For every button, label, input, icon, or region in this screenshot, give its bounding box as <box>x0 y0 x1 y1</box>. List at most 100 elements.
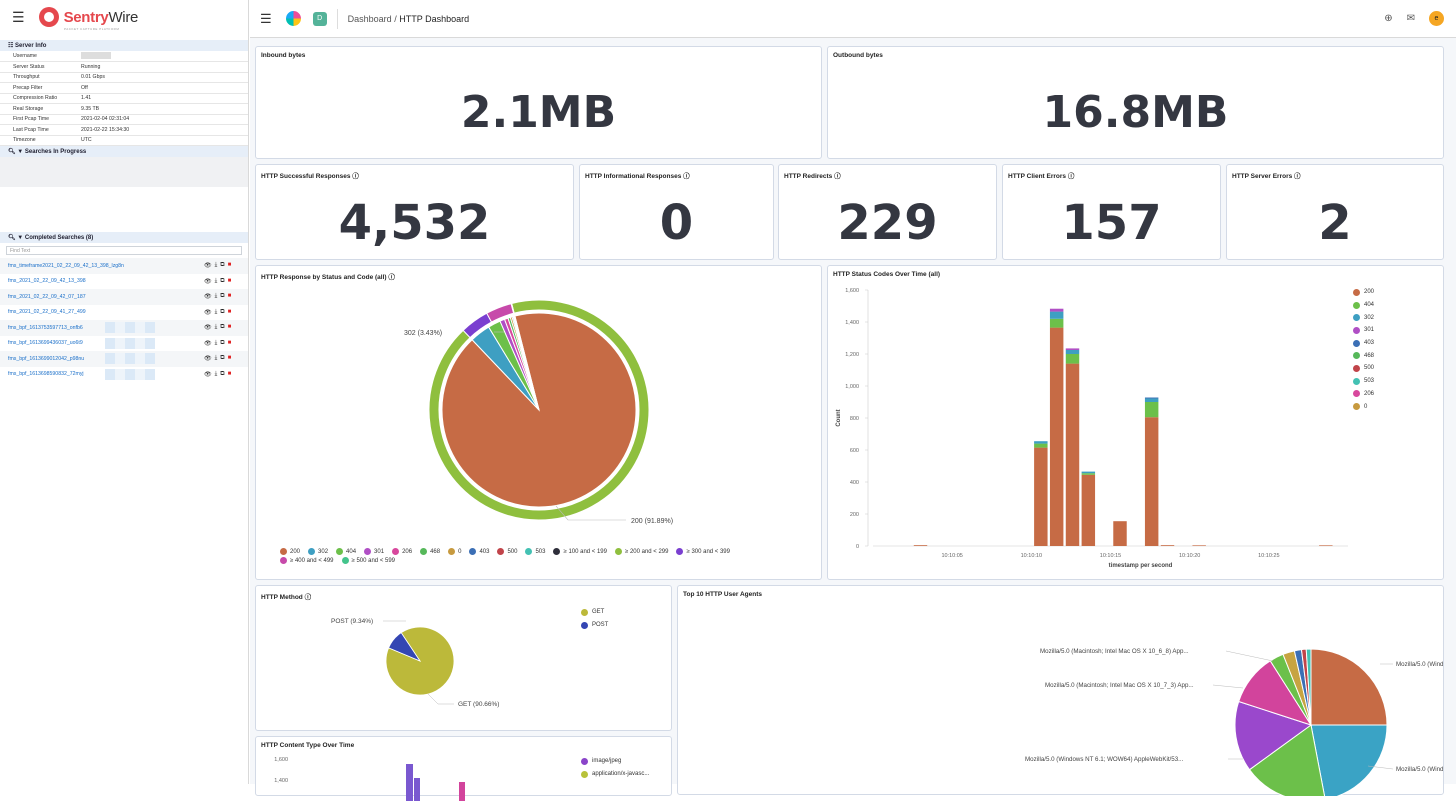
bar-200[interactable] <box>1065 363 1080 546</box>
legend-item[interactable]: ≥ 300 and < 399 <box>676 548 730 555</box>
legend-item[interactable]: ≥ 400 and < 499 <box>280 557 334 564</box>
bar[interactable] <box>406 764 413 801</box>
bar-404[interactable] <box>1065 354 1080 364</box>
info-icon[interactable]: ⓘ <box>683 173 690 180</box>
bar-302[interactable] <box>1049 311 1064 319</box>
bar-403[interactable] <box>1144 397 1159 399</box>
legend-item[interactable]: ≥ 500 and < 599 <box>341 557 395 564</box>
legend-item[interactable]: 503 <box>525 548 545 555</box>
info-icon[interactable]: ⓘ <box>1068 173 1075 180</box>
legend-item[interactable]: 206 <box>1353 388 1374 401</box>
view-icon[interactable]: 👁︎ <box>204 371 212 378</box>
bar-404[interactable] <box>1049 318 1064 328</box>
legend-item[interactable]: 301 <box>364 548 384 555</box>
bar-302[interactable] <box>1144 398 1159 402</box>
bar-200[interactable] <box>913 545 928 546</box>
completed-search-item[interactable]: fms_bpf_1613699436037_uo6t9 👁︎ ⤓ ⧉ ■ <box>0 335 248 351</box>
completed-search-item[interactable]: fms_bpf_1613698590832_72myj 👁︎ ⤓ ⧉ ■ <box>0 366 248 382</box>
delete-icon[interactable]: ■ <box>228 355 232 362</box>
completed-search-item[interactable]: fms_timeframe2021_02_22_09_42_13_398_lzg… <box>0 258 248 274</box>
bar[interactable] <box>459 782 465 801</box>
legend-item[interactable]: image/jpeg <box>581 755 649 768</box>
bar-404[interactable] <box>1034 443 1048 448</box>
completed-search-link[interactable]: fms_bpf_1613699012042_p98nu <box>8 356 84 362</box>
copy-icon[interactable]: ⧉ <box>220 340 224 347</box>
bar-200[interactable] <box>1034 447 1048 546</box>
completed-search-link[interactable]: fms_2021_02_22_09_41_27_499 <box>8 309 86 315</box>
help-icon[interactable]: ⊕ <box>1384 13 1392 24</box>
bar-200[interactable] <box>1049 327 1064 546</box>
view-icon[interactable]: 👁︎ <box>204 278 212 285</box>
bar-200[interactable] <box>1081 474 1096 546</box>
legend-item[interactable]: 503 <box>1353 375 1374 388</box>
legend-item[interactable]: 468 <box>420 548 440 555</box>
view-icon[interactable]: 👁︎ <box>204 324 212 331</box>
app-logo-icon[interactable] <box>285 11 301 26</box>
download-icon[interactable]: ⤓ <box>215 355 218 362</box>
find-text-input[interactable]: Find Text <box>6 246 242 255</box>
legend-item[interactable]: 200 <box>280 548 300 555</box>
completed-search-link[interactable]: fms_2021_02_22_09_42_07_187 <box>8 294 86 300</box>
bar-404[interactable] <box>1144 402 1159 418</box>
view-icon[interactable]: 👁︎ <box>204 293 212 300</box>
completed-search-link[interactable]: fms_bpf_1613699436037_uo6t9 <box>8 340 83 346</box>
info-icon[interactable]: ⓘ <box>1294 173 1301 180</box>
delete-icon[interactable]: ■ <box>228 262 232 269</box>
bar-200[interactable] <box>1160 545 1175 546</box>
delete-icon[interactable]: ■ <box>228 324 232 331</box>
copy-icon[interactable]: ⧉ <box>220 371 224 378</box>
delete-icon[interactable]: ■ <box>228 293 232 300</box>
mail-icon[interactable]: ✉ <box>1407 13 1415 24</box>
legend-item[interactable]: POST <box>581 619 608 632</box>
breadcrumb-dashboard[interactable]: Dashboard <box>348 14 392 24</box>
menu-icon[interactable]: ☰ <box>12 9 25 26</box>
copy-icon[interactable]: ⧉ <box>220 355 224 362</box>
legend-item[interactable]: 0 <box>1353 400 1374 413</box>
info-icon[interactable]: ⓘ <box>834 173 841 180</box>
bar-200[interactable] <box>1319 545 1333 546</box>
menu-icon[interactable]: ☰ <box>260 11 272 27</box>
copy-icon[interactable]: ⧉ <box>220 293 224 300</box>
completed-search-link[interactable]: fms_bpf_1613698590832_72myj <box>8 371 84 377</box>
completed-search-link[interactable]: fms_timeframe2021_02_22_09_42_13_398_lzg… <box>8 263 124 269</box>
info-icon[interactable]: ⓘ <box>352 173 359 180</box>
bar-302[interactable] <box>1081 471 1096 474</box>
completed-search-item[interactable]: fms_2021_02_22_09_42_13_398 👁︎ ⤓ ⧉ ■ <box>0 273 248 289</box>
legend-item[interactable]: 500 <box>497 548 517 555</box>
legend-item[interactable]: application/x-javasc... <box>581 768 649 781</box>
copy-icon[interactable]: ⧉ <box>220 324 224 331</box>
view-icon[interactable]: 👁︎ <box>204 262 212 269</box>
copy-icon[interactable]: ⧉ <box>220 309 224 316</box>
legend-item[interactable]: 200 <box>1353 286 1374 299</box>
download-icon[interactable]: ⤓ <box>215 293 218 300</box>
bar-200[interactable] <box>1144 417 1159 546</box>
legend-item[interactable]: 404 <box>1353 299 1374 312</box>
delete-icon[interactable]: ■ <box>228 278 232 285</box>
view-icon[interactable]: 👁︎ <box>204 309 212 316</box>
legend-item[interactable]: ≥ 100 and < 199 <box>553 548 607 555</box>
space-badge[interactable]: D <box>312 11 327 26</box>
download-icon[interactable]: ⤓ <box>215 262 218 269</box>
completed-search-link[interactable]: fms_bpf_1613753597713_onfb6 <box>8 325 83 331</box>
download-icon[interactable]: ⤓ <box>215 371 218 378</box>
legend-item[interactable]: ≥ 200 and < 299 <box>614 548 668 555</box>
legend-item[interactable]: 468 <box>1353 349 1374 362</box>
completed-search-item[interactable]: fms_bpf_1613753597713_onfb6 👁︎ ⤓ ⧉ ■ <box>0 320 248 336</box>
download-icon[interactable]: ⤓ <box>215 324 218 331</box>
completed-search-item[interactable]: fms_2021_02_22_09_42_07_187 👁︎ ⤓ ⧉ ■ <box>0 289 248 305</box>
delete-icon[interactable]: ■ <box>228 340 232 347</box>
bar-302[interactable] <box>1034 441 1048 444</box>
copy-icon[interactable]: ⧉ <box>220 278 224 285</box>
completed-search-link[interactable]: fms_2021_02_22_09_42_13_398 <box>8 278 86 284</box>
legend-item[interactable]: 301 <box>1353 324 1374 337</box>
pie-slice[interactable] <box>1310 648 1388 726</box>
download-icon[interactable]: ⤓ <box>215 309 218 316</box>
bar-302[interactable] <box>1065 350 1080 354</box>
legend-item[interactable]: 403 <box>1353 337 1374 350</box>
legend-item[interactable]: 404 <box>336 548 356 555</box>
completed-search-item[interactable]: fms_bpf_1613699012042_p98nu 👁︎ ⤓ ⧉ ■ <box>0 351 248 367</box>
legend-item[interactable]: 403 <box>469 548 489 555</box>
bar[interactable] <box>414 778 420 801</box>
legend-item[interactable]: GET <box>581 606 608 619</box>
view-icon[interactable]: 👁︎ <box>204 340 212 347</box>
